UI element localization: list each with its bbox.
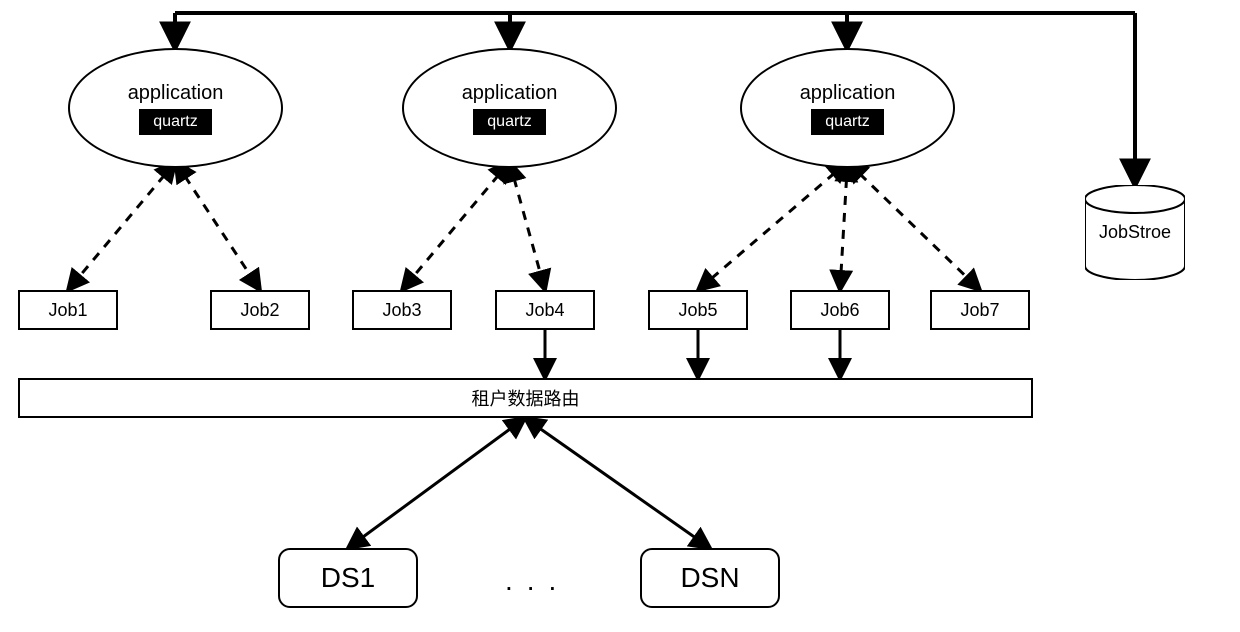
job-label: Job3: [382, 300, 421, 321]
datasource-dsn: DSN: [640, 548, 780, 608]
datasource-ds1: DS1: [278, 548, 418, 608]
jobstore-cylinder: JobStroe: [1085, 185, 1185, 280]
job-label: Job2: [240, 300, 279, 321]
router-label: 租户数据路由: [472, 385, 580, 411]
datasource-label: DS1: [321, 562, 375, 594]
app-ellipse-3: application quartz: [740, 48, 955, 168]
job-box-job2: Job2: [210, 290, 310, 330]
job-label: Job5: [678, 300, 717, 321]
ellipsis-dots: ...: [505, 565, 570, 597]
job-box-job7: Job7: [930, 290, 1030, 330]
app-label: application: [462, 82, 558, 105]
quartz-badge: quartz: [811, 109, 883, 135]
job-box-job6: Job6: [790, 290, 890, 330]
job-label: Job7: [960, 300, 999, 321]
job-label: Job6: [820, 300, 859, 321]
datasource-label: DSN: [680, 562, 739, 594]
job-box-job4: Job4: [495, 290, 595, 330]
job-box-job3: Job3: [352, 290, 452, 330]
jobstore-label: JobStroe: [1099, 222, 1171, 243]
app-ellipse-2: application quartz: [402, 48, 617, 168]
app-label: application: [800, 82, 896, 105]
job-box-job5: Job5: [648, 290, 748, 330]
dots-text: ...: [505, 565, 570, 596]
quartz-badge: quartz: [473, 109, 545, 135]
job-label: Job4: [525, 300, 564, 321]
quartz-badge: quartz: [139, 109, 211, 135]
app-ellipse-1: application quartz: [68, 48, 283, 168]
job-label: Job1: [48, 300, 87, 321]
job-box-job1: Job1: [18, 290, 118, 330]
tenant-data-router: 租户数据路由: [18, 378, 1033, 418]
app-label: application: [128, 82, 224, 105]
